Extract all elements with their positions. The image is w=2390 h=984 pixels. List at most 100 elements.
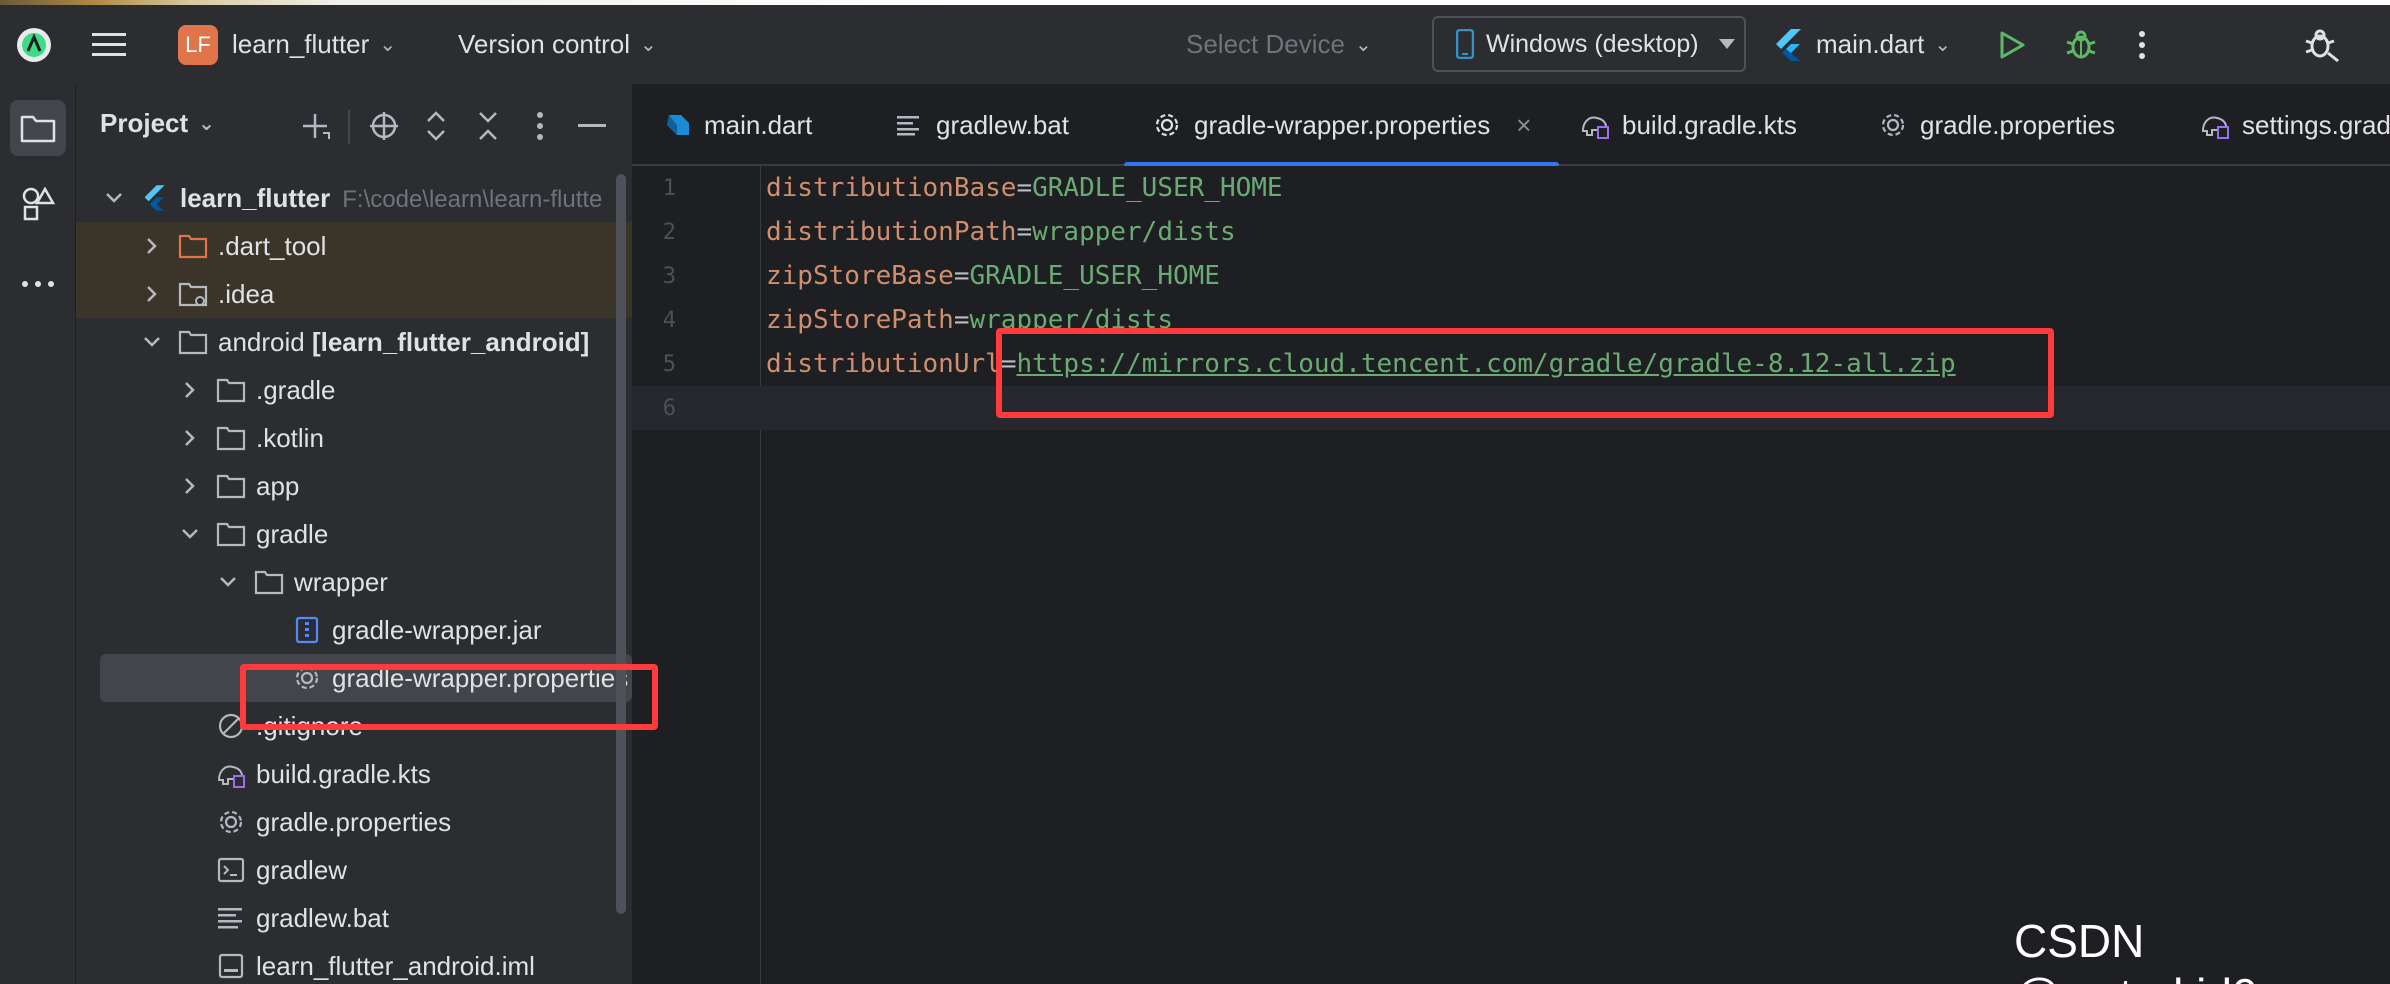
gear-icon	[1152, 110, 1182, 140]
tree-row-gradlew[interactable]: gradlew	[76, 846, 632, 894]
tab-settings-gradle[interactable]: settings.grad	[2200, 84, 2390, 166]
expand-all-icon[interactable]	[416, 106, 456, 146]
property-key: zipStoreBase	[766, 261, 954, 291]
chevron-down-icon: ⌄	[1934, 34, 1952, 56]
tree-row-build-gradle-kts[interactable]: build.gradle.kts	[76, 750, 632, 798]
chevron-down-icon: ⌄	[639, 34, 657, 56]
watermark: CSDN @waterkid0	[2014, 915, 2258, 984]
folder-icon	[216, 423, 246, 453]
project-switcher[interactable]: LF learn_flutter ⌄	[178, 5, 396, 84]
folder-icon	[216, 519, 246, 549]
resource-manager-shapes-icon[interactable]	[10, 176, 66, 232]
version-control-label: Version control	[458, 29, 630, 59]
flutter-icon	[1774, 28, 1804, 62]
tree-row-gradlew-bat[interactable]: gradlew.bat	[76, 894, 632, 942]
property-key: distributionPath	[766, 217, 1017, 247]
tree-row-app[interactable]: app	[76, 462, 632, 510]
add-icon[interactable]	[296, 106, 336, 146]
tree-row-gradle[interactable]: gradle	[76, 510, 632, 558]
code-line[interactable]: 3 zipStoreBase=GRADLE_USER_HOME	[632, 254, 2390, 298]
code-line[interactable]: 1 distributionBase=GRADLE_USER_HOME	[632, 166, 2390, 210]
tree-item-path: F:\code\learn\learn-flutte	[342, 185, 603, 213]
main-menu-icon[interactable]	[92, 5, 126, 84]
version-control-menu[interactable]: Version control ⌄	[458, 5, 657, 84]
hide-panel-icon[interactable]	[572, 106, 612, 146]
tab-gradlew-bat[interactable]: gradlew.bat	[894, 84, 1069, 166]
more-actions-icon[interactable]	[2138, 5, 2146, 84]
dart-icon	[662, 110, 692, 140]
tree-row-learn-flutter[interactable]: learn_flutter F:\code\learn\learn-flutte	[76, 174, 632, 222]
tree-item-label: .idea	[218, 278, 275, 309]
chevron-right-icon[interactable]	[178, 426, 202, 450]
text-lines-icon	[894, 110, 924, 140]
chevron-down-icon[interactable]	[140, 330, 164, 354]
chevron-right-icon[interactable]	[140, 282, 164, 306]
tree-row-gradle-wrapper-jar[interactable]: gradle-wrapper.jar	[76, 606, 632, 654]
run-config-label: main.dart	[1816, 29, 1925, 59]
tree-item-label: .dart_tool	[218, 230, 327, 261]
tree-row-gradle-dir[interactable]: .gradle	[76, 366, 632, 414]
editor-tabs: main.dart gradlew.bat gradle-wrapper.pro…	[632, 84, 2390, 168]
tab-label: gradle.properties	[1920, 109, 2116, 140]
close-tab-icon[interactable]: ×	[1516, 110, 1531, 141]
tab-gradle-properties[interactable]: gradle.properties	[1878, 84, 2115, 166]
tab-main-dart[interactable]: main.dart	[662, 84, 812, 166]
chevron-right-icon[interactable]	[140, 234, 164, 258]
tree-item-label: gradlew	[256, 854, 348, 885]
module-file-icon	[216, 951, 246, 981]
run-config-menu[interactable]: main.dart ⌄	[1774, 5, 1951, 84]
chevron-right-icon[interactable]	[178, 474, 202, 498]
tab-gradle-wrapper-properties[interactable]: gradle-wrapper.properties ×	[1123, 84, 1560, 168]
tree-scrollbar[interactable]	[616, 174, 626, 914]
tree-row-gradle-properties[interactable]: gradle.properties	[76, 798, 632, 846]
tree-row-iml[interactable]: learn_flutter_android.iml	[76, 942, 632, 984]
tab-build-gradle-kts[interactable]: build.gradle.kts	[1580, 84, 1797, 166]
tree-item-label: build.gradle.kts	[256, 758, 431, 789]
collapse-all-icon[interactable]	[468, 106, 508, 146]
line-number: 2	[662, 219, 676, 245]
line-number: 3	[662, 263, 676, 289]
text-lines-icon	[216, 903, 246, 933]
debug-button[interactable]	[2064, 5, 2098, 84]
select-device-menu[interactable]: Select Device ⌄	[1186, 5, 1372, 84]
more-tool-windows-icon[interactable]	[10, 256, 66, 312]
device-dropdown[interactable]: Windows (desktop)	[1432, 16, 1746, 72]
gradle-elephant-icon	[216, 759, 246, 789]
equals-sign: =	[953, 261, 970, 291]
archive-icon	[292, 615, 322, 645]
locate-file-icon[interactable]	[364, 106, 404, 146]
gradle-elephant-icon	[2200, 110, 2230, 140]
chevron-down-icon[interactable]	[178, 522, 202, 546]
chevron-down-icon[interactable]	[216, 570, 240, 594]
tab-label: gradle-wrapper.properties	[1194, 109, 1491, 140]
android-studio-logo-icon[interactable]	[14, 5, 54, 84]
tree-row-idea[interactable]: .idea	[76, 270, 632, 318]
project-name: learn_flutter	[232, 29, 370, 59]
app-inspection-bug-icon[interactable]	[2304, 5, 2340, 84]
tab-label: gradlew.bat	[936, 109, 1069, 140]
flutter-icon	[140, 183, 170, 213]
property-key: distributionBase	[766, 173, 1017, 203]
chevron-down-icon[interactable]	[102, 186, 126, 210]
run-button[interactable]	[1998, 5, 2026, 84]
tree-row-wrapper[interactable]: wrapper	[76, 558, 632, 606]
line-number: 4	[662, 307, 676, 333]
tree-row-android[interactable]: android [learn_flutter_android]	[76, 318, 632, 366]
equals-sign: =	[1016, 173, 1033, 203]
project-tool-folder-icon[interactable]	[10, 100, 66, 156]
tree-row-dart-tool[interactable]: .dart_tool	[76, 222, 632, 270]
tree-row-kotlin[interactable]: .kotlin	[76, 414, 632, 462]
code-editor[interactable]: 1 distributionBase=GRADLE_USER_HOME 2 di…	[632, 166, 2390, 984]
tree-item-label: android	[218, 326, 312, 357]
gear-icon	[216, 807, 246, 837]
tree-item-label: wrapper	[294, 566, 388, 597]
options-menu-icon[interactable]	[520, 106, 560, 146]
chevron-right-icon[interactable]	[178, 378, 202, 402]
gradle-elephant-icon	[1580, 110, 1610, 140]
excluded-folder-icon	[178, 231, 208, 261]
property-key: zipStorePath	[766, 305, 954, 335]
project-view-selector[interactable]: Project ⌄	[100, 108, 215, 139]
line-number: 6	[662, 395, 676, 421]
code-line[interactable]: 2 distributionPath=wrapper/dists	[632, 210, 2390, 254]
select-device-label: Select Device	[1186, 29, 1345, 59]
